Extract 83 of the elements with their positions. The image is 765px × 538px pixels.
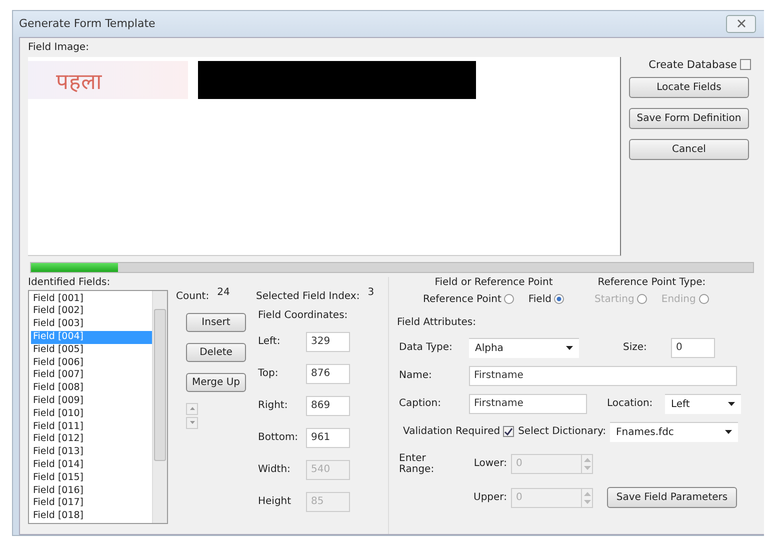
list-item[interactable]: Field [013]: [31, 446, 152, 460]
name-field[interactable]: Firstname: [469, 366, 737, 386]
dropdown-arrow-icon: [728, 402, 735, 406]
group-label: Reference Point Type:: [598, 276, 706, 288]
list-item[interactable]: Field [015]: [31, 472, 152, 485]
save-field-parameters-button[interactable]: Save Field Parameters: [607, 487, 737, 508]
spinner-arrows-icon: [584, 490, 590, 505]
list-label: Identified Fields:: [28, 276, 112, 288]
checkbox-label: Validation Required: [402, 426, 500, 438]
radio-button[interactable]: [504, 294, 514, 304]
field-label: Size:: [623, 342, 648, 354]
dropdown-arrow-icon: [725, 430, 732, 434]
group-label: Field Coordinates:: [258, 310, 349, 321]
spin-buttons[interactable]: [186, 402, 198, 429]
list-item[interactable]: Field [006]: [31, 356, 152, 370]
field-label: Top:: [257, 368, 280, 380]
radio-label: Ending: [661, 294, 696, 305]
field-label: Bottom:: [257, 432, 300, 444]
list-item[interactable]: Field [017]: [31, 497, 152, 510]
group-label: Field Image:: [28, 42, 90, 53]
checkbox-label: Create Database: [648, 58, 737, 71]
group-label: Field or Reference Point: [434, 276, 553, 288]
group-label: Field Attributes:: [397, 316, 477, 328]
coordinate-field[interactable]: 329: [306, 332, 350, 352]
action-button[interactable]: Save Form Definition: [629, 108, 749, 129]
list-item[interactable]: Field [002]: [31, 305, 152, 318]
field-label: Right:: [257, 400, 289, 412]
coordinate-field[interactable]: 876: [306, 364, 350, 384]
coordinate-field[interactable]: 961: [306, 428, 350, 448]
field-label: Data Type:: [398, 342, 454, 354]
list-item[interactable]: Field [012]: [31, 433, 152, 446]
location-dropdown[interactable]: Left: [665, 394, 741, 414]
caption-field[interactable]: Firstname: [469, 394, 587, 414]
down-arrow-icon: [190, 421, 194, 424]
field-label: Height: [257, 496, 292, 508]
field-list[interactable]: [28, 290, 168, 524]
field-label: Enter Range:: [398, 452, 436, 475]
coordinate-field[interactable]: 869: [306, 396, 350, 416]
list-item[interactable]: Field [011]: [31, 420, 152, 434]
list-item[interactable]: Field [005]: [31, 344, 152, 357]
field-label: Lower:: [472, 458, 507, 470]
field-label: Width:: [257, 464, 292, 476]
window-title: Generate Form Template: [19, 17, 156, 30]
create-database-checkbox[interactable]: [740, 59, 751, 70]
list-button[interactable]: Merge Up: [186, 372, 246, 392]
field-label: Name:: [398, 370, 433, 382]
list-item[interactable]: Field [010]: [31, 408, 152, 421]
close-button[interactable]: [726, 14, 756, 33]
list-item[interactable]: Field [007]: [31, 369, 152, 382]
list-item[interactable]: Field [001]: [31, 292, 152, 306]
action-button[interactable]: Locate Fields: [629, 76, 749, 98]
count-value: 24: [217, 286, 230, 300]
radio-label: Reference Point: [423, 294, 502, 305]
scrollbar[interactable]: [152, 290, 167, 523]
validation-checkbox[interactable]: [503, 426, 514, 438]
radio-button[interactable]: [554, 294, 564, 304]
field-label: Caption:: [398, 398, 442, 410]
data-type-dropdown[interactable]: Alpha: [469, 338, 579, 358]
scanned-text: पहला: [28, 60, 188, 99]
field-label: Upper:: [472, 492, 507, 504]
radio-label: Starting: [594, 294, 634, 305]
list-button[interactable]: Delete: [186, 342, 246, 362]
field-label: Location:: [607, 398, 654, 410]
list-item[interactable]: Field [009]: [31, 395, 152, 408]
list-button[interactable]: Insert: [186, 312, 246, 332]
list-item[interactable]: Field [016]: [31, 484, 152, 498]
size-field[interactable]: 0: [671, 338, 715, 358]
spinner-arrows-icon: [584, 456, 590, 471]
close-icon: [736, 19, 746, 28]
list-item[interactable]: Field [018]: [31, 510, 152, 523]
index-label: Selected Field Index:: [256, 290, 360, 302]
radio-label: Field: [528, 294, 552, 305]
list-item[interactable]: Field [014]: [31, 459, 152, 472]
list-item[interactable]: Field [008]: [31, 382, 152, 396]
action-button[interactable]: Cancel: [629, 138, 749, 160]
field-label: Left:: [257, 336, 282, 348]
count-label: Count:: [176, 290, 210, 302]
index-value: 3: [368, 286, 374, 300]
up-arrow-icon: [190, 407, 194, 410]
dropdown-arrow-icon: [566, 346, 573, 350]
list-item[interactable]: Field [003]: [31, 318, 152, 332]
field-label: Select Dictionary:: [518, 426, 606, 438]
dictionary-dropdown[interactable]: Fnames.fdc: [610, 422, 738, 442]
